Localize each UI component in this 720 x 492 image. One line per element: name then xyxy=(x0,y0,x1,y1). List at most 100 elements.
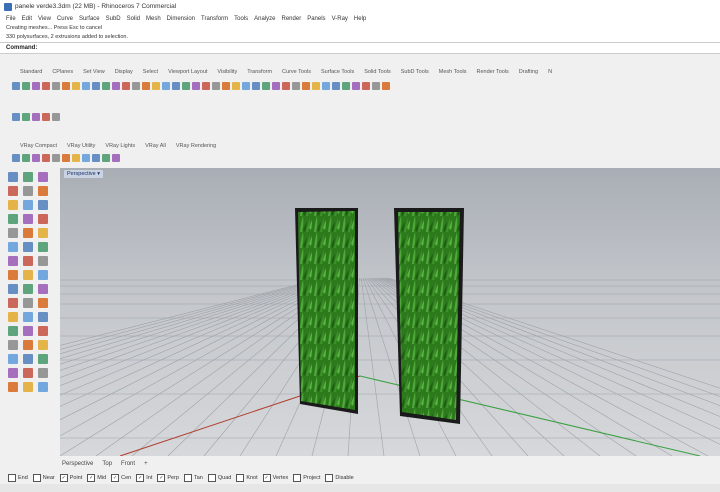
tool-icon[interactable] xyxy=(38,172,48,182)
osnap-knot[interactable]: Knot xyxy=(236,473,258,482)
checkbox[interactable]: ✓ xyxy=(111,473,120,482)
tool-icon[interactable] xyxy=(8,368,18,378)
tool-icon[interactable] xyxy=(38,242,48,252)
osnap-tan[interactable]: Tan xyxy=(183,473,203,482)
tool-icon[interactable] xyxy=(8,270,18,280)
checkbox[interactable]: ✓ xyxy=(136,473,145,482)
tab-render-tools[interactable]: Render Tools xyxy=(476,69,508,75)
tool-icon[interactable] xyxy=(92,154,100,162)
tool-icon[interactable] xyxy=(38,340,48,350)
osnap-int[interactable]: ✓ Int xyxy=(136,473,152,482)
menu-item-surface[interactable]: Surface xyxy=(79,16,100,22)
tool-icon[interactable] xyxy=(252,82,260,90)
tool-icon[interactable] xyxy=(23,312,33,322)
tool-icon[interactable] xyxy=(292,82,300,90)
tool-icon[interactable] xyxy=(23,270,33,280)
tool-icon[interactable] xyxy=(38,228,48,238)
tool-icon[interactable] xyxy=(8,312,18,322)
tool-icon[interactable] xyxy=(212,82,220,90)
menu-item-view[interactable]: View xyxy=(38,16,51,22)
tool-icon[interactable] xyxy=(122,82,130,90)
tool-icon[interactable] xyxy=(152,82,160,90)
tab-surface-tools[interactable]: Surface Tools xyxy=(321,69,354,75)
tool-icon[interactable] xyxy=(23,298,33,308)
tool-icon[interactable] xyxy=(192,82,200,90)
tab-n[interactable]: N xyxy=(548,69,552,75)
tool-icon[interactable] xyxy=(38,368,48,378)
tool-icon[interactable] xyxy=(8,382,18,392)
viewport-tab-perspective[interactable]: Perspective xyxy=(62,461,93,467)
osnap-vertex[interactable]: ✓ Vertex xyxy=(262,473,288,482)
tab-mesh-tools[interactable]: Mesh Tools xyxy=(439,69,467,75)
tool-icon[interactable] xyxy=(32,82,40,90)
osnap-disable[interactable]: Disable xyxy=(325,473,354,482)
tab-transform[interactable]: Transform xyxy=(247,69,272,75)
viewport-tab-top[interactable]: Top xyxy=(102,461,112,467)
tool-icon[interactable] xyxy=(8,242,18,252)
osnap-perp[interactable]: ✓ Perp xyxy=(157,473,179,482)
tool-icon[interactable] xyxy=(38,214,48,224)
tool-icon[interactable] xyxy=(332,82,340,90)
checkbox[interactable] xyxy=(293,473,302,482)
tool-icon[interactable] xyxy=(38,256,48,266)
tool-icon[interactable] xyxy=(52,113,60,121)
menu-item-tools[interactable]: Tools xyxy=(234,16,248,22)
tool-icon[interactable] xyxy=(23,172,33,182)
tool-icon[interactable] xyxy=(312,82,320,90)
menu-item-panels[interactable]: Panels xyxy=(307,16,325,22)
tool-icon[interactable] xyxy=(38,186,48,196)
tool-icon[interactable] xyxy=(322,82,330,90)
tool-icon[interactable] xyxy=(38,354,48,364)
vray-tab-vray-utility[interactable]: VRay Utility xyxy=(67,143,95,149)
tool-icon[interactable] xyxy=(22,154,30,162)
checkbox[interactable]: ✓ xyxy=(59,473,68,482)
menu-item-subd[interactable]: SubD xyxy=(106,16,121,22)
tool-icon[interactable] xyxy=(42,82,50,90)
checkbox[interactable] xyxy=(8,473,16,482)
tool-icon[interactable] xyxy=(23,242,33,252)
tool-icon[interactable] xyxy=(38,312,48,322)
tool-icon[interactable] xyxy=(23,284,33,294)
menu-item-render[interactable]: Render xyxy=(282,16,302,22)
vray-tab-vray-all[interactable]: VRay All xyxy=(145,143,166,149)
tab-standard[interactable]: Standard xyxy=(20,69,42,75)
tool-icon[interactable] xyxy=(102,82,110,90)
tool-icon[interactable] xyxy=(282,82,290,90)
menu-item-solid[interactable]: Solid xyxy=(127,16,140,22)
menu-item-file[interactable]: File xyxy=(6,16,16,22)
tool-icon[interactable] xyxy=(8,340,18,350)
tool-icon[interactable] xyxy=(38,382,48,392)
tab-curve-tools[interactable]: Curve Tools xyxy=(282,69,311,75)
tool-icon[interactable] xyxy=(32,154,40,162)
tool-icon[interactable] xyxy=(12,82,20,90)
osnap-end[interactable]: End xyxy=(8,473,28,482)
tab-solid-tools[interactable]: Solid Tools xyxy=(364,69,391,75)
tool-icon[interactable] xyxy=(82,82,90,90)
tab-drafting[interactable]: Drafting xyxy=(519,69,538,75)
checkbox[interactable] xyxy=(32,473,41,482)
tool-icon[interactable] xyxy=(302,82,310,90)
tool-icon[interactable] xyxy=(8,200,18,210)
tool-icon[interactable] xyxy=(352,82,360,90)
menu-item-v-ray[interactable]: V-Ray xyxy=(332,16,348,22)
menu-item-transform[interactable]: Transform xyxy=(201,16,228,22)
tool-icon[interactable] xyxy=(52,82,60,90)
tool-icon[interactable] xyxy=(62,82,70,90)
tool-icon[interactable] xyxy=(82,154,90,162)
tool-icon[interactable] xyxy=(132,82,140,90)
tool-icon[interactable] xyxy=(38,298,48,308)
tool-icon[interactable] xyxy=(38,200,48,210)
tool-icon[interactable] xyxy=(102,154,110,162)
menu-item-curve[interactable]: Curve xyxy=(57,16,73,22)
tab-viewport-layout[interactable]: Viewport Layout xyxy=(168,69,207,75)
tool-icon[interactable] xyxy=(8,172,18,182)
tool-icon[interactable] xyxy=(72,82,80,90)
checkbox[interactable] xyxy=(183,473,192,482)
tab-set-view[interactable]: Set View xyxy=(83,69,105,75)
checkbox[interactable]: ✓ xyxy=(262,473,271,482)
osnap-project[interactable]: Project xyxy=(293,473,320,482)
tool-icon[interactable] xyxy=(12,154,20,162)
tool-icon[interactable] xyxy=(272,82,280,90)
vray-tab-vray-lights[interactable]: VRay Lights xyxy=(105,143,135,149)
checkbox[interactable]: ✓ xyxy=(157,473,166,482)
